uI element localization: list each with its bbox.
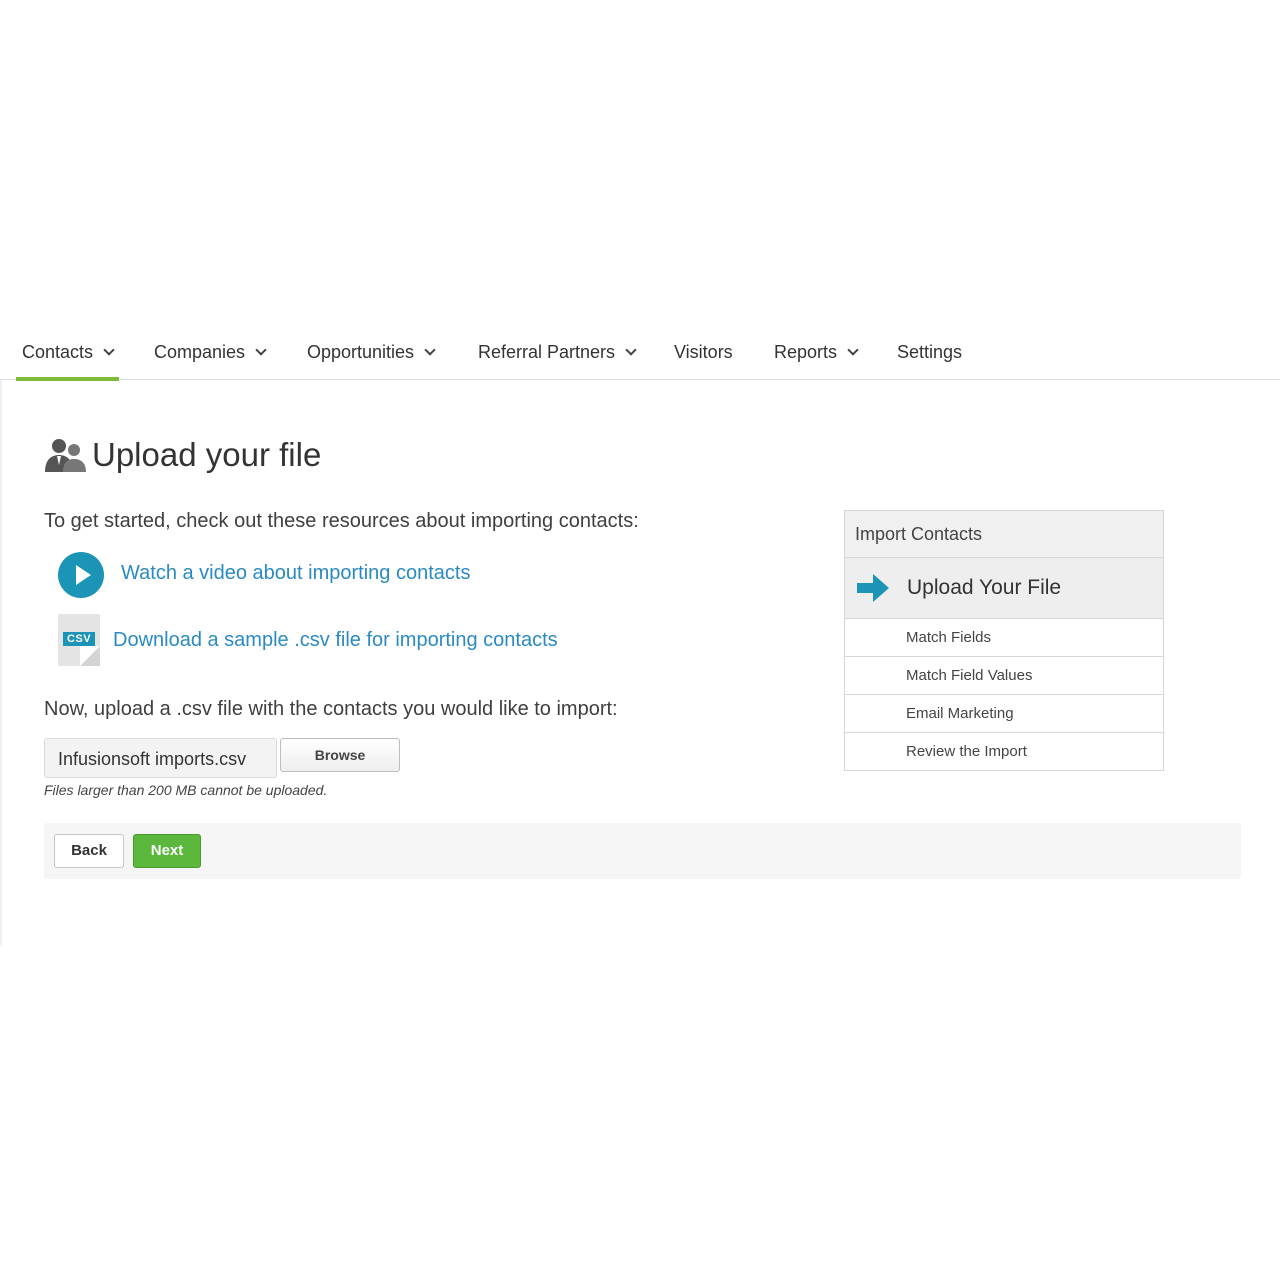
page-title: Upload your file (92, 436, 322, 473)
browse-button[interactable]: Browse (280, 738, 400, 772)
step-current: Upload Your File (845, 558, 1163, 619)
nav-reports-label: Reports (774, 342, 838, 362)
intro-text: To get started, check out these resource… (44, 510, 639, 532)
play-icon (58, 552, 104, 598)
step-item: Email Marketing (845, 695, 1163, 733)
nav-settings[interactable]: Settings (897, 326, 962, 379)
nav-visitors[interactable]: Visitors (674, 326, 733, 379)
video-link[interactable]: Watch a video about importing contacts (121, 562, 470, 585)
step-item: Review the Import (906, 743, 1027, 760)
contacts-people-icon (45, 439, 86, 472)
step-item: Match Fields (845, 619, 1163, 657)
nav-referral-partners[interactable]: Referral Partners (478, 326, 637, 379)
main-nav: Contacts Companies Opportunities Referra… (0, 326, 1280, 381)
csv-tag: CSV (63, 632, 95, 646)
chevron-down-icon (255, 344, 267, 356)
chevron-down-icon (625, 344, 637, 356)
csv-file-icon: CSV (58, 614, 100, 666)
csv-download-link[interactable]: Download a sample .csv file for importin… (113, 629, 558, 652)
nav-contacts[interactable]: Contacts (15, 326, 120, 381)
next-button[interactable]: Next (133, 834, 201, 868)
back-button[interactable]: Back (54, 834, 124, 868)
import-contacts-page: Contacts Companies Opportunities Referra… (0, 0, 1280, 1280)
step-item: Match Field Values (845, 657, 1163, 695)
file-name-field[interactable]: Infusionsoft imports.csv (44, 738, 277, 778)
nav-opportunities[interactable]: Opportunities (307, 326, 436, 379)
nav-opportunities-label: Opportunities (307, 342, 415, 362)
import-steps-panel: Import Contacts Upload Your File Match F… (844, 510, 1164, 771)
content-frame-edge (0, 380, 2, 946)
step-current-label: Upload Your File (907, 576, 1062, 599)
nav-contacts-label: Contacts (22, 342, 94, 362)
nav-visitors-label: Visitors (674, 342, 733, 362)
nav-settings-label: Settings (897, 342, 963, 362)
page-heading: Upload your file (44, 436, 321, 474)
upload-instruction: Now, upload a .csv file with the contact… (44, 698, 618, 720)
page-fold (80, 646, 100, 666)
video-resource[interactable]: Watch a video about importing contacts (58, 552, 470, 598)
chevron-down-icon (424, 344, 436, 356)
nav-companies[interactable]: Companies (154, 326, 267, 379)
action-bar: Back Next (44, 823, 1241, 879)
nav-companies-label: Companies (154, 342, 246, 362)
nav-referral-partners-label: Referral Partners (478, 342, 616, 362)
steps-header: Import Contacts (845, 511, 1163, 558)
chevron-down-icon (847, 344, 859, 356)
chevron-down-icon (103, 344, 115, 356)
arrow-right-icon (857, 574, 889, 602)
file-size-note: Files larger than 200 MB cannot be uploa… (44, 782, 328, 798)
nav-reports[interactable]: Reports (774, 326, 859, 379)
csv-resource[interactable]: CSV Download a sample .csv file for impo… (58, 614, 558, 666)
